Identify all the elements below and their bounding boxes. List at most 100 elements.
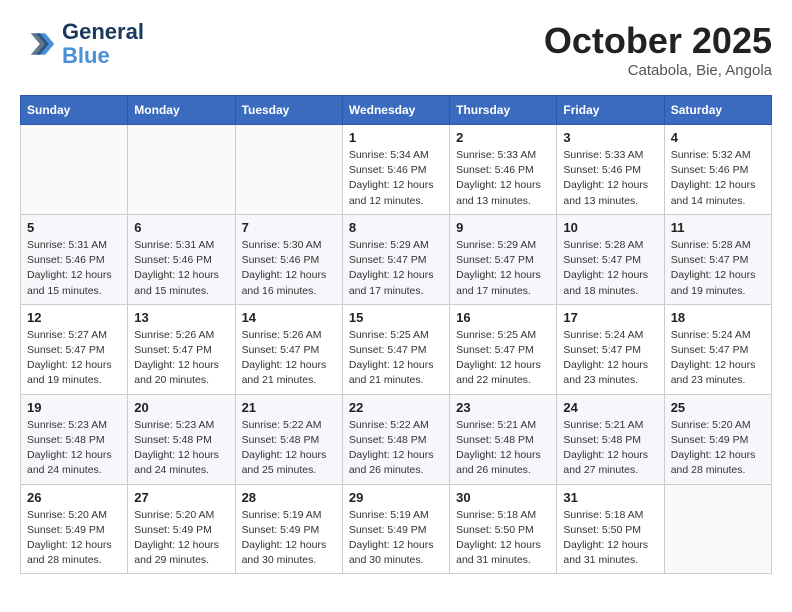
day-number: 23 — [456, 400, 550, 415]
page-header: General Blue October 2025 Catabola, Bie,… — [20, 20, 772, 79]
day-cell: 4 Sunrise: 5:32 AM Sunset: 5:46 PM Daylig… — [664, 125, 771, 215]
logo-line2: Blue — [62, 44, 144, 68]
day-cell: 19 Sunrise: 5:23 AM Sunset: 5:48 PM Dayli… — [21, 394, 128, 484]
day-info: Sunrise: 5:30 AM Sunset: 5:46 PM Dayligh… — [242, 238, 336, 299]
logo-text: General Blue — [62, 20, 144, 68]
day-cell: 17Sunrise: 5:24 AM Sunset: 5:47 PM Dayli… — [557, 304, 664, 394]
day-number: 3 — [563, 130, 657, 145]
day-number: 16 — [456, 310, 550, 325]
calendar-table: SundayMondayTuesdayWednesdayThursdayFrid… — [20, 95, 772, 574]
day-info: Sunrise: 5:29 AM Sunset: 5:47 PM Dayligh… — [349, 238, 443, 299]
day-cell: 10 Sunrise: 5:28 AM Sunset: 5:47 PM Dayli… — [557, 214, 664, 304]
day-number: 10 — [563, 220, 657, 235]
day-info: Sunrise: 5:34 AM Sunset: 5:46 PM Dayligh… — [349, 148, 443, 209]
day-info: Sunrise: 5:20 AM Sunset: 5:49 PM Dayligh… — [27, 508, 121, 569]
day-info: Sunrise: 5:22 AM Sunset: 5:48 PM Dayligh… — [242, 418, 336, 479]
day-info: Sunrise: 5:25 AM Sunset: 5:47 PM Dayligh… — [456, 328, 550, 389]
day-cell: 25 Sunrise: 5:20 AM Sunset: 5:49 PM Dayli… — [664, 394, 771, 484]
day-cell — [128, 125, 235, 215]
calendar-header: SundayMondayTuesdayWednesdayThursdayFrid… — [21, 96, 772, 125]
day-info: Sunrise: 5:26 AM Sunset: 5:47 PM Dayligh… — [242, 328, 336, 389]
day-number: 13 — [134, 310, 228, 325]
week-row: 1 Sunrise: 5:34 AM Sunset: 5:46 PM Daylig… — [21, 125, 772, 215]
day-number: 2 — [456, 130, 550, 145]
day-number: 9 — [456, 220, 550, 235]
day-info: Sunrise: 5:26 AM Sunset: 5:47 PM Dayligh… — [134, 328, 228, 389]
day-number: 30 — [456, 490, 550, 505]
day-number: 17 — [563, 310, 657, 325]
day-info: Sunrise: 5:18 AM Sunset: 5:50 PM Dayligh… — [456, 508, 550, 569]
day-cell: 16 Sunrise: 5:25 AM Sunset: 5:47 PM Dayli… — [450, 304, 557, 394]
day-info: Sunrise: 5:20 AM Sunset: 5:49 PM Dayligh… — [134, 508, 228, 569]
day-info: Sunrise: 5:23 AM Sunset: 5:48 PM Dayligh… — [134, 418, 228, 479]
day-cell: 23 Sunrise: 5:21 AM Sunset: 5:48 PM Dayli… — [450, 394, 557, 484]
day-info: Sunrise: 5:22 AM Sunset: 5:48 PM Dayligh… — [349, 418, 443, 479]
month-title: October 2025 — [544, 20, 772, 62]
day-cell: 29Sunrise: 5:19 AM Sunset: 5:49 PM Dayli… — [342, 484, 449, 574]
day-cell — [21, 125, 128, 215]
day-cell: 30 Sunrise: 5:18 AM Sunset: 5:50 PM Dayli… — [450, 484, 557, 574]
header-cell-saturday: Saturday — [664, 96, 771, 125]
day-cell: 13 Sunrise: 5:26 AM Sunset: 5:47 PM Dayli… — [128, 304, 235, 394]
day-cell: 12 Sunrise: 5:27 AM Sunset: 5:47 PM Dayli… — [21, 304, 128, 394]
day-number: 19 — [27, 400, 121, 415]
header-cell-wednesday: Wednesday — [342, 96, 449, 125]
calendar-body: 1 Sunrise: 5:34 AM Sunset: 5:46 PM Daylig… — [21, 125, 772, 574]
day-info: Sunrise: 5:28 AM Sunset: 5:47 PM Dayligh… — [563, 238, 657, 299]
header-cell-monday: Monday — [128, 96, 235, 125]
day-number: 21 — [242, 400, 336, 415]
day-cell: 11 Sunrise: 5:28 AM Sunset: 5:47 PM Dayli… — [664, 214, 771, 304]
day-cell: 20 Sunrise: 5:23 AM Sunset: 5:48 PM Dayli… — [128, 394, 235, 484]
day-number: 15 — [349, 310, 443, 325]
day-number: 1 — [349, 130, 443, 145]
day-info: Sunrise: 5:33 AM Sunset: 5:46 PM Dayligh… — [563, 148, 657, 209]
day-cell: 3 Sunrise: 5:33 AM Sunset: 5:46 PM Daylig… — [557, 125, 664, 215]
header-row: SundayMondayTuesdayWednesdayThursdayFrid… — [21, 96, 772, 125]
day-info: Sunrise: 5:29 AM Sunset: 5:47 PM Dayligh… — [456, 238, 550, 299]
day-cell: 26 Sunrise: 5:20 AM Sunset: 5:49 PM Dayli… — [21, 484, 128, 574]
day-info: Sunrise: 5:19 AM Sunset: 5:49 PM Dayligh… — [242, 508, 336, 569]
day-info: Sunrise: 5:27 AM Sunset: 5:47 PM Dayligh… — [27, 328, 121, 389]
day-cell: 15Sunrise: 5:25 AM Sunset: 5:47 PM Dayli… — [342, 304, 449, 394]
day-number: 18 — [671, 310, 765, 325]
day-cell: 18Sunrise: 5:24 AM Sunset: 5:47 PM Dayli… — [664, 304, 771, 394]
day-number: 24 — [563, 400, 657, 415]
day-cell: 2Sunrise: 5:33 AM Sunset: 5:46 PM Daylig… — [450, 125, 557, 215]
day-cell: 21 Sunrise: 5:22 AM Sunset: 5:48 PM Dayli… — [235, 394, 342, 484]
day-cell: 1 Sunrise: 5:34 AM Sunset: 5:46 PM Daylig… — [342, 125, 449, 215]
day-info: Sunrise: 5:28 AM Sunset: 5:47 PM Dayligh… — [671, 238, 765, 299]
day-info: Sunrise: 5:23 AM Sunset: 5:48 PM Dayligh… — [27, 418, 121, 479]
week-row: 26 Sunrise: 5:20 AM Sunset: 5:49 PM Dayli… — [21, 484, 772, 574]
day-info: Sunrise: 5:21 AM Sunset: 5:48 PM Dayligh… — [456, 418, 550, 479]
header-cell-thursday: Thursday — [450, 96, 557, 125]
day-info: Sunrise: 5:32 AM Sunset: 5:46 PM Dayligh… — [671, 148, 765, 209]
day-cell — [664, 484, 771, 574]
day-number: 12 — [27, 310, 121, 325]
day-number: 29 — [349, 490, 443, 505]
day-cell: 24 Sunrise: 5:21 AM Sunset: 5:48 PM Dayli… — [557, 394, 664, 484]
day-number: 20 — [134, 400, 228, 415]
day-number: 4 — [671, 130, 765, 145]
day-number: 26 — [27, 490, 121, 505]
week-row: 19 Sunrise: 5:23 AM Sunset: 5:48 PM Dayli… — [21, 394, 772, 484]
day-number: 28 — [242, 490, 336, 505]
title-block: October 2025 Catabola, Bie, Angola — [544, 20, 772, 79]
day-cell: 14Sunrise: 5:26 AM Sunset: 5:47 PM Dayli… — [235, 304, 342, 394]
header-cell-tuesday: Tuesday — [235, 96, 342, 125]
day-cell: 27Sunrise: 5:20 AM Sunset: 5:49 PM Dayli… — [128, 484, 235, 574]
day-cell: 28 Sunrise: 5:19 AM Sunset: 5:49 PM Dayli… — [235, 484, 342, 574]
day-cell: 6 Sunrise: 5:31 AM Sunset: 5:46 PM Daylig… — [128, 214, 235, 304]
day-number: 6 — [134, 220, 228, 235]
week-row: 12 Sunrise: 5:27 AM Sunset: 5:47 PM Dayli… — [21, 304, 772, 394]
day-number: 5 — [27, 220, 121, 235]
day-cell — [235, 125, 342, 215]
day-number: 25 — [671, 400, 765, 415]
day-cell: 31Sunrise: 5:18 AM Sunset: 5:50 PM Dayli… — [557, 484, 664, 574]
day-info: Sunrise: 5:20 AM Sunset: 5:49 PM Dayligh… — [671, 418, 765, 479]
location-subtitle: Catabola, Bie, Angola — [544, 62, 772, 79]
day-number: 11 — [671, 220, 765, 235]
day-info: Sunrise: 5:31 AM Sunset: 5:46 PM Dayligh… — [134, 238, 228, 299]
day-info: Sunrise: 5:21 AM Sunset: 5:48 PM Dayligh… — [563, 418, 657, 479]
day-cell: 7Sunrise: 5:30 AM Sunset: 5:46 PM Daylig… — [235, 214, 342, 304]
day-number: 22 — [349, 400, 443, 415]
